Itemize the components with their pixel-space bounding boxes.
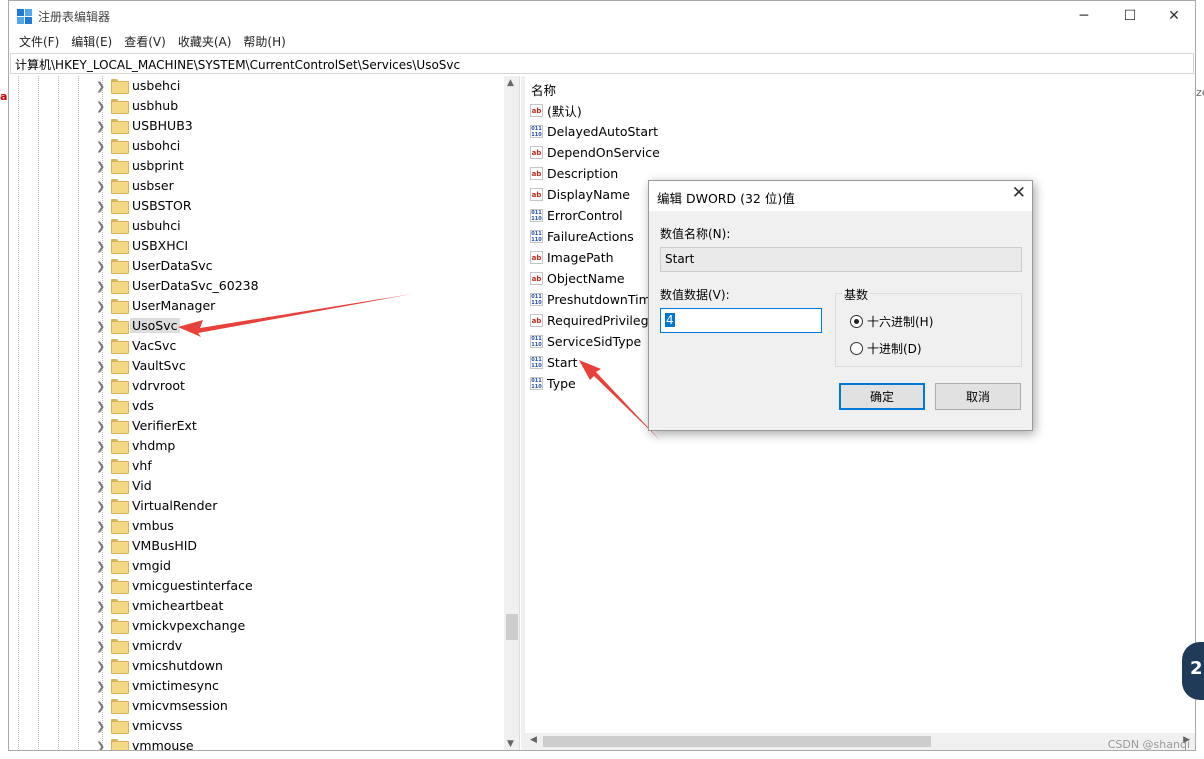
cancel-button[interactable]: 取消	[935, 383, 1021, 410]
hex-radio-indicator[interactable]	[850, 315, 863, 328]
value-data-text: 4	[665, 313, 675, 327]
value-data-input[interactable]: 4	[660, 308, 822, 333]
value-name-field: Start	[660, 247, 1022, 272]
dec-radio-label: 十进制(D)	[867, 342, 922, 356]
value-name-label: 数值名称(N):	[660, 227, 731, 241]
hex-radio-label: 十六进制(H)	[867, 315, 934, 329]
screenshot-stage: a ze 注册表编辑器 ─ ☐ ✕ 文件(F) 编辑(E) 查看(V) 收藏夹(…	[0, 0, 1204, 759]
dialog-title-bar: 编辑 DWORD (32 位)值 ✕	[649, 181, 1032, 211]
hex-radio[interactable]: 十六进制(H)	[850, 313, 933, 330]
dialog-close-icon[interactable]: ✕	[1012, 183, 1026, 203]
dec-radio[interactable]: 十进制(D)	[850, 340, 922, 357]
base-label: 基数	[842, 286, 871, 303]
value-data-label: 数值数据(V):	[660, 288, 730, 302]
edit-dword-dialog: 编辑 DWORD (32 位)值 ✕ 数值名称(N): Start 数值数据(V…	[648, 180, 1033, 431]
base-groupbox: 基数 十六进制(H) 十进制(D)	[835, 286, 1022, 367]
dialog-title: 编辑 DWORD (32 位)值	[657, 191, 795, 206]
csdn-watermark: CSDN @shanqi	[1107, 738, 1190, 751]
arrow-to-usosvc	[178, 294, 412, 337]
ok-button[interactable]: 确定	[839, 383, 925, 410]
dec-radio-indicator[interactable]	[850, 342, 863, 355]
